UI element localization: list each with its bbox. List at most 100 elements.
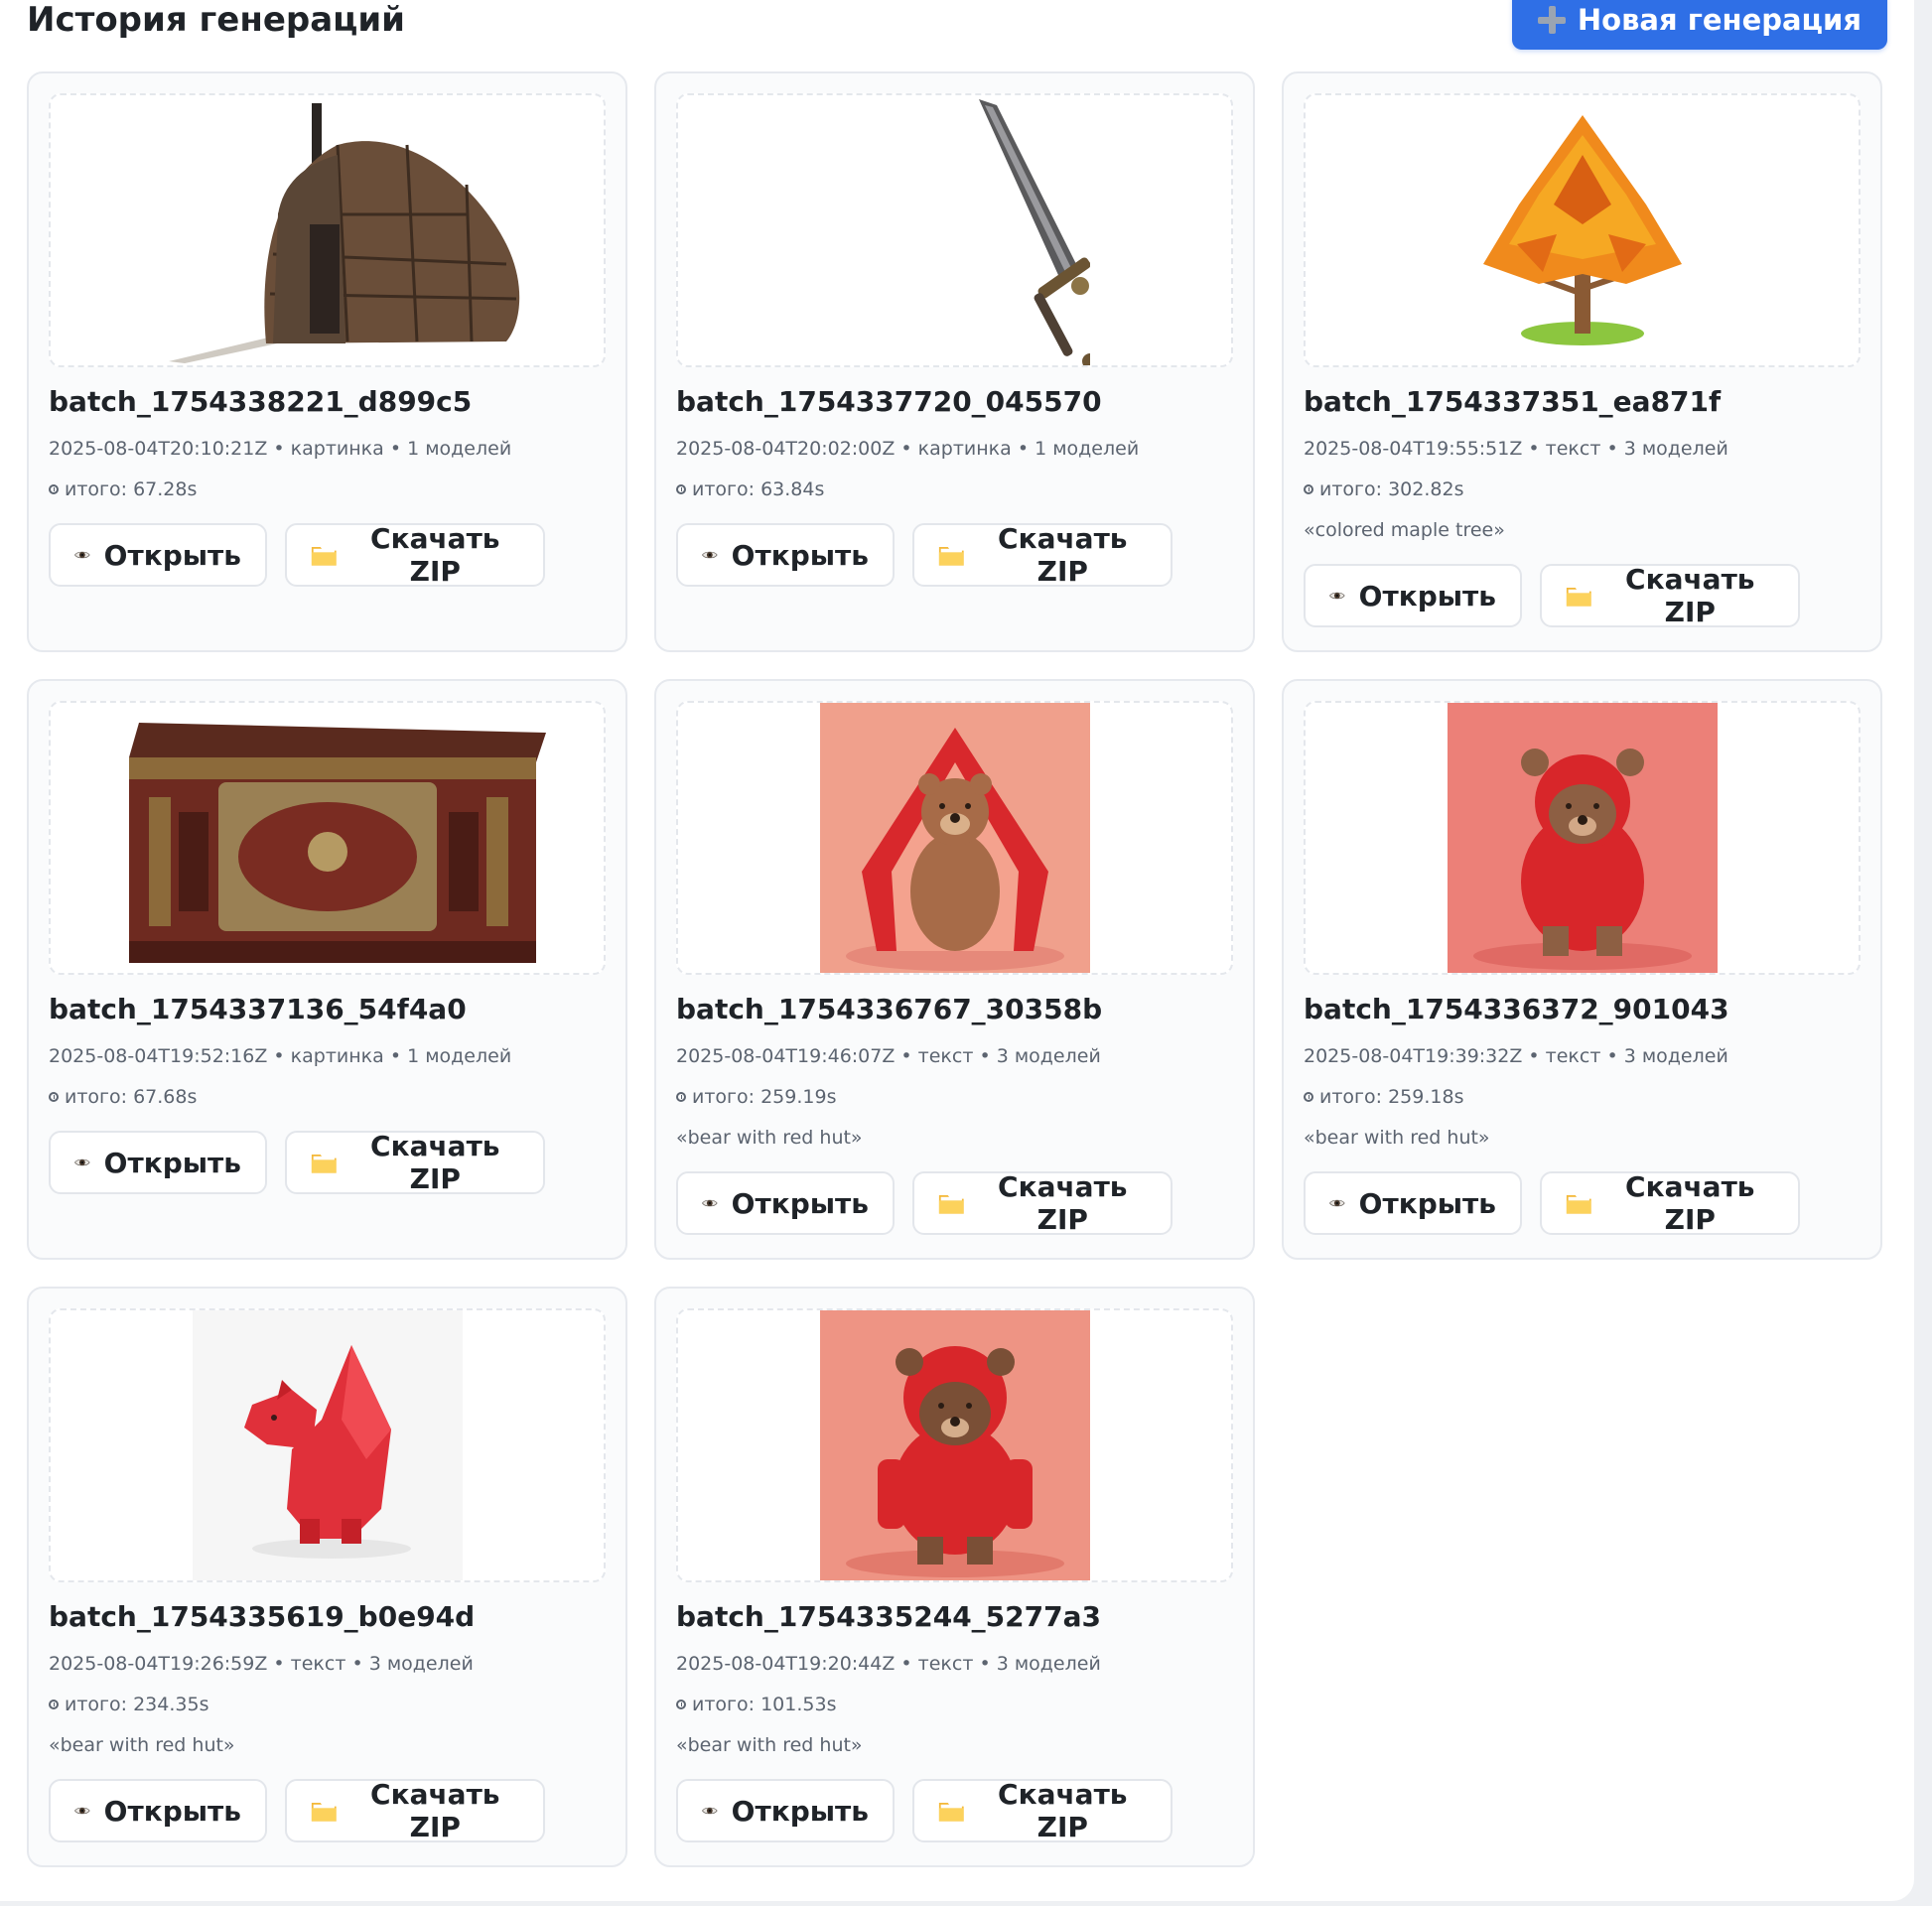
download-zip-button[interactable]: Скачать ZIP bbox=[285, 1778, 545, 1843]
card-actions: Открыть Скачать ZIP bbox=[676, 1170, 1233, 1236]
preview-frame[interactable] bbox=[49, 1308, 606, 1582]
total-time: итого: 259.19s bbox=[692, 1086, 837, 1108]
batch-name: batch_1754337136_54f4a0 bbox=[49, 993, 467, 1025]
batch-name: batch_1754337351_ea871f bbox=[1304, 385, 1722, 418]
card-actions: Открыть Скачать ZIP bbox=[49, 522, 606, 588]
total-time: итого: 63.84s bbox=[692, 478, 825, 500]
batch-total: итого: 67.68s bbox=[49, 1083, 606, 1111]
total-time: итого: 259.18s bbox=[1319, 1086, 1464, 1108]
timer-icon bbox=[676, 484, 686, 494]
batch-meta: 2025-08-04T19:26:59Z • текст • 3 моделей bbox=[49, 1653, 474, 1675]
batch-total: итого: 259.18s bbox=[1304, 1083, 1861, 1111]
card-actions: Открыть Скачать ZIP bbox=[1304, 1170, 1861, 1236]
zip-label: Скачать ZIP bbox=[370, 1778, 500, 1843]
generation-card: batch_1754336372_901043 2025-08-04T19:39… bbox=[1282, 679, 1882, 1260]
eye-icon bbox=[74, 1807, 90, 1815]
generation-card: batch_1754337136_54f4a0 2025-08-04T19:52… bbox=[27, 679, 627, 1260]
open-button[interactable]: Открыть bbox=[1304, 1171, 1522, 1235]
preview-frame[interactable] bbox=[49, 93, 606, 367]
card-actions: Открыть Скачать ZIP bbox=[1304, 563, 1861, 628]
batch-total: итого: 101.53s bbox=[676, 1691, 1233, 1718]
timer-icon bbox=[49, 1700, 59, 1709]
bear-in-hut-icon bbox=[819, 703, 1090, 973]
folder-icon bbox=[311, 1155, 337, 1173]
open-button[interactable]: Открыть bbox=[49, 1779, 267, 1842]
preview-frame[interactable] bbox=[676, 93, 1233, 367]
batch-meta: 2025-08-04T20:10:21Z • картинка • 1 моде… bbox=[49, 438, 512, 460]
batch-prompt: «bear with red hut» bbox=[49, 1734, 235, 1756]
preview-frame[interactable] bbox=[676, 1308, 1233, 1582]
open-label: Открыть bbox=[103, 1794, 241, 1828]
new-generation-label: Новая генерация bbox=[1577, 3, 1862, 37]
open-label: Открыть bbox=[1358, 579, 1496, 613]
generation-card: batch_1754335244_5277a3 2025-08-04T19:20… bbox=[654, 1287, 1255, 1867]
eye-icon bbox=[1329, 1199, 1345, 1207]
preview-frame[interactable] bbox=[49, 701, 606, 975]
preview-frame[interactable] bbox=[676, 701, 1233, 975]
zip-label: Скачать ZIP bbox=[370, 522, 500, 588]
batch-prompt: «colored maple tree» bbox=[1304, 519, 1505, 541]
open-button[interactable]: Открыть bbox=[49, 1131, 267, 1194]
folder-icon bbox=[311, 1803, 337, 1822]
timer-icon bbox=[676, 1700, 686, 1709]
eye-icon bbox=[74, 1158, 90, 1166]
download-zip-button[interactable]: Скачать ZIP bbox=[912, 522, 1173, 588]
batch-meta: 2025-08-04T19:52:16Z • картинка • 1 моде… bbox=[49, 1045, 512, 1067]
download-zip-button[interactable]: Скачать ZIP bbox=[912, 1778, 1173, 1843]
card-actions: Открыть Скачать ZIP bbox=[49, 1130, 606, 1195]
eye-icon bbox=[702, 1807, 718, 1815]
batch-total: итого: 67.28s bbox=[49, 476, 606, 503]
batch-meta: 2025-08-04T19:20:44Z • текст • 3 моделей bbox=[676, 1653, 1101, 1675]
new-generation-button[interactable]: Новая генерация bbox=[1511, 0, 1887, 50]
page: История генераций Новая генерация batch_… bbox=[0, 0, 1914, 1901]
zip-label: Скачать ZIP bbox=[1625, 1170, 1755, 1236]
generation-card: batch_1754336767_30358b 2025-08-04T19:46… bbox=[654, 679, 1255, 1260]
timer-icon bbox=[676, 1092, 686, 1102]
chest-icon bbox=[128, 723, 546, 963]
open-label: Открыть bbox=[731, 1186, 869, 1220]
open-button[interactable]: Открыть bbox=[49, 523, 267, 587]
generation-card: batch_1754337720_045570 2025-08-04T20:02… bbox=[654, 71, 1255, 652]
sword-icon bbox=[978, 99, 1090, 365]
generation-grid: batch_1754338221_d899c5 2025-08-04T20:10… bbox=[27, 71, 1887, 1867]
batch-meta: 2025-08-04T19:39:32Z • текст • 3 моделей bbox=[1304, 1045, 1728, 1067]
eye-icon bbox=[74, 551, 90, 559]
bear-red-hood-icon bbox=[1447, 703, 1718, 973]
download-zip-button[interactable]: Скачать ZIP bbox=[285, 522, 545, 588]
generation-card: batch_1754338221_d899c5 2025-08-04T20:10… bbox=[27, 71, 627, 652]
generation-card: batch_1754335619_b0e94d 2025-08-04T19:26… bbox=[27, 1287, 627, 1867]
preview-frame[interactable] bbox=[1304, 701, 1861, 975]
batch-meta: 2025-08-04T19:46:07Z • текст • 3 моделей bbox=[676, 1045, 1101, 1067]
open-label: Открыть bbox=[103, 1146, 241, 1179]
maple-tree-icon bbox=[1447, 95, 1718, 365]
preview-frame[interactable] bbox=[1304, 93, 1861, 367]
total-time: итого: 302.82s bbox=[1319, 478, 1464, 500]
open-label: Открыть bbox=[731, 1794, 869, 1828]
download-zip-button[interactable]: Скачать ZIP bbox=[285, 1130, 545, 1195]
open-label: Открыть bbox=[103, 538, 241, 572]
timer-icon bbox=[49, 1092, 59, 1102]
total-time: итого: 67.28s bbox=[65, 478, 198, 500]
open-button[interactable]: Открыть bbox=[1304, 564, 1522, 627]
open-button[interactable]: Открыть bbox=[676, 1171, 895, 1235]
zip-label: Скачать ZIP bbox=[998, 1170, 1128, 1236]
batch-name: batch_1754336767_30358b bbox=[676, 993, 1103, 1025]
page-title: История генераций bbox=[27, 0, 406, 40]
plus-icon bbox=[1537, 6, 1566, 34]
card-actions: Открыть Скачать ZIP bbox=[676, 522, 1233, 588]
batch-prompt: «bear with red hut» bbox=[676, 1127, 863, 1149]
download-zip-button[interactable]: Скачать ZIP bbox=[1540, 1170, 1800, 1236]
zip-label: Скачать ZIP bbox=[370, 1130, 500, 1195]
batch-prompt: «bear with red hut» bbox=[676, 1734, 863, 1756]
batch-name: batch_1754337720_045570 bbox=[676, 385, 1102, 418]
batch-name: batch_1754338221_d899c5 bbox=[49, 385, 473, 418]
folder-icon bbox=[311, 547, 337, 566]
open-button[interactable]: Открыть bbox=[676, 523, 895, 587]
download-zip-button[interactable]: Скачать ZIP bbox=[912, 1170, 1173, 1236]
zip-label: Скачать ZIP bbox=[998, 1778, 1128, 1843]
open-label: Открыть bbox=[731, 538, 869, 572]
download-zip-button[interactable]: Скачать ZIP bbox=[1540, 563, 1800, 628]
open-button[interactable]: Открыть bbox=[676, 1779, 895, 1842]
timer-icon bbox=[1304, 1092, 1313, 1102]
batch-name: batch_1754335244_5277a3 bbox=[676, 1600, 1101, 1633]
